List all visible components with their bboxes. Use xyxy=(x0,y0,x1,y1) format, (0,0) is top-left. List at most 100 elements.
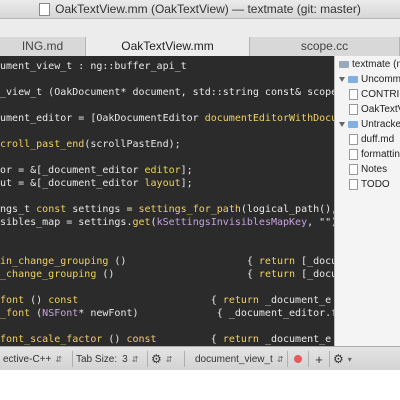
drawer-actions-button[interactable]: ⚙ ▾ xyxy=(330,347,366,371)
code-token: () xyxy=(102,334,127,345)
file-icon xyxy=(349,103,358,115)
code-token: return xyxy=(222,334,259,345)
code-editor[interactable]: cument_view_t : ng::buffer_api_t t_view_t… xyxy=(0,56,334,346)
code-token: tor = &[_document_editor xyxy=(0,165,145,176)
drawer-item[interactable]: CONTRIBUTING.md xyxy=(349,88,400,102)
code-token: return xyxy=(222,295,259,306)
code-token: t_font xyxy=(0,308,31,319)
code-token: { xyxy=(78,295,223,306)
code-token: ]; xyxy=(180,178,193,189)
file-browser-drawer[interactable]: textmate (ma Uncommitted CONTRIBUTING.md Oa… xyxy=(334,56,400,346)
window-title: OakTextView.mm (OakTextView) — textmate … xyxy=(55,2,361,16)
code-token: out = &[_document_editor xyxy=(0,178,145,189)
symbol-label: document_view_t xyxy=(195,353,273,365)
code-token: settings = xyxy=(66,204,139,215)
drawer-item[interactable]: OakTextView.mm xyxy=(349,103,400,117)
tab-bar: ING.md OakTextView.mm scope.cc xyxy=(0,37,400,57)
file-icon xyxy=(349,148,358,160)
tab[interactable]: scope.cc xyxy=(250,37,400,56)
code-token: ( xyxy=(30,308,43,319)
code-token: { xyxy=(156,334,223,345)
project-icon xyxy=(339,60,349,68)
tab-label: scope.cc xyxy=(300,39,349,53)
drawer-item-label: duff.md xyxy=(361,134,395,145)
code-line: gin_change_grouping () { return [_docume… xyxy=(0,255,334,269)
code-token: , ""); xyxy=(307,217,334,228)
code-token: () { xyxy=(108,256,259,267)
code-line: font_scale_factor () const { return _doc… xyxy=(0,333,331,346)
add-file-button[interactable]: + xyxy=(309,347,329,371)
code-token: const xyxy=(126,334,157,345)
drawer-item[interactable]: TODO xyxy=(349,178,390,192)
code-token: NSFont xyxy=(42,308,79,319)
code-token: (logical_path(), f xyxy=(240,204,334,215)
code-line: font () const { return _document_e xyxy=(0,294,331,308)
drawer-item[interactable]: Uncommitted xyxy=(339,73,400,87)
drawer-item[interactable]: formatting xyxy=(349,148,400,162)
file-icon xyxy=(349,133,358,145)
drawer-item-label: Notes xyxy=(361,164,388,175)
code-line: scroll_past_end(scrollPastEnd); xyxy=(0,138,181,152)
desktop-background xyxy=(0,370,400,400)
chevron-updown-icon: ⇵ xyxy=(55,354,63,364)
disclosure-triangle-icon[interactable] xyxy=(339,121,345,127)
code-token: * newFont) { _document_editor.f xyxy=(78,308,334,319)
drawer-item[interactable]: Untracked xyxy=(339,118,400,132)
code-line: cument_view_t : ng::buffer_api_t xyxy=(0,60,187,74)
chevron-updown-icon: ⇵ xyxy=(131,354,139,364)
code-token: gin_change_grouping xyxy=(0,256,109,267)
code-token: const xyxy=(48,295,79,306)
macro-record-button[interactable] xyxy=(288,347,308,371)
code-token: get xyxy=(132,217,151,228)
gear-icon: ⚙ xyxy=(151,352,162,366)
bundle-actions-button[interactable]: ⚙ ⇵ xyxy=(148,347,184,371)
symbol-popup[interactable]: document_view_t ⇵ xyxy=(185,347,287,371)
code-token: editor xyxy=(144,165,181,176)
chevron-down-icon: ▾ xyxy=(347,354,352,364)
code-token: _document_e xyxy=(258,295,332,306)
drawer-item-label: formatting xyxy=(361,149,400,160)
folder-icon xyxy=(348,75,358,83)
code-token: settings_for_path xyxy=(138,204,241,215)
chevron-updown-icon: ⇵ xyxy=(276,354,284,364)
drawer-item-label: Uncommitted xyxy=(361,74,400,85)
gear-icon: ⚙ xyxy=(333,352,344,366)
status-bar: ective-C++ ⇵ Tab Size: 3 ⇵ ⚙ ⇵ document_… xyxy=(0,346,400,371)
chevron-updown-icon: ⇵ xyxy=(165,354,173,364)
grammar-label: ective-C++ xyxy=(3,353,52,365)
tab-size-popup[interactable]: Tab Size: 3 ⇵ xyxy=(73,347,147,371)
drawer-item[interactable]: duff.md xyxy=(349,133,394,147)
disclosure-triangle-icon[interactable] xyxy=(339,76,345,82)
code-token: cument_editor = [OakDocumentEditor xyxy=(0,113,205,124)
code-token: font xyxy=(0,295,25,306)
code-line: ings_t const settings = settings_for_pat… xyxy=(0,203,334,217)
tab[interactable]: OakTextView.mm xyxy=(86,37,250,56)
code-token: (scrollPastEnd); xyxy=(84,139,181,150)
document-icon xyxy=(39,2,51,16)
code-line: d_change_grouping () { return [_document… xyxy=(0,268,334,282)
code-token: _document_e xyxy=(258,334,332,345)
drawer-item-label: OakTextView.mm xyxy=(361,104,400,115)
code-token: return xyxy=(258,256,296,267)
drawer-item-label: TODO xyxy=(361,179,390,190)
code-token: d_change_grouping xyxy=(0,269,97,280)
drawer-item[interactable]: textmate (ma xyxy=(339,58,400,72)
drawer-item-label: textmate (ma xyxy=(352,59,400,70)
record-icon xyxy=(294,355,302,363)
code-token: [_document_ xyxy=(301,256,334,267)
code-token: [_document_ xyxy=(301,269,334,280)
code-line: out = &[_document_editor layout]; xyxy=(0,177,193,191)
drawer-item[interactable]: Notes xyxy=(349,163,387,177)
tab-size-label: Tab Size: xyxy=(76,353,118,365)
code-line: isibles_map = settings.get(kSettingsInvi… xyxy=(0,216,334,230)
tab-label: ING.md xyxy=(21,39,64,53)
code-token: layout xyxy=(144,178,181,189)
code-token: isibles_map = settings. xyxy=(0,217,133,228)
grammar-popup[interactable]: ective-C++ ⇵ xyxy=(0,347,72,371)
code-token: font_scale_factor xyxy=(0,334,103,345)
drawer-item-label: Untracked xyxy=(361,119,400,130)
tab[interactable]: ING.md xyxy=(0,37,86,56)
code-token: () { xyxy=(96,269,259,280)
folder-icon xyxy=(348,120,358,128)
file-icon xyxy=(349,178,358,190)
